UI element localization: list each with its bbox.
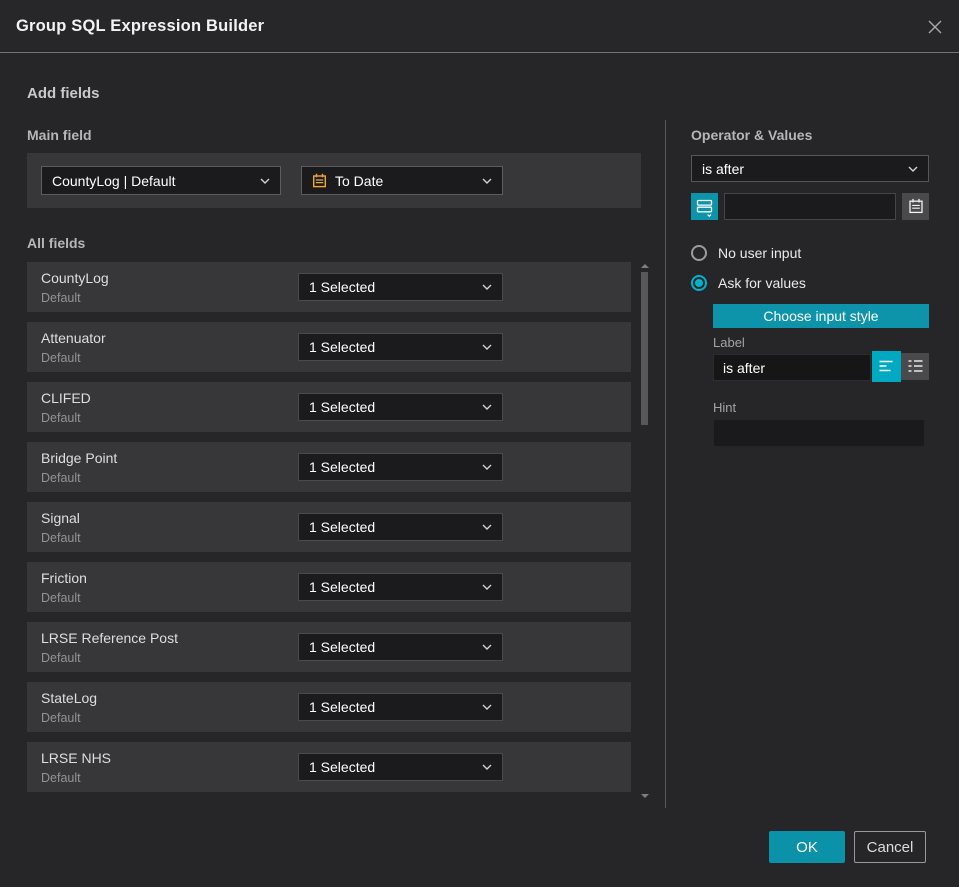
field-subtitle: Default: [41, 471, 81, 485]
main-field-panel: CountyLog | Default To Date: [27, 153, 641, 208]
field-subtitle: Default: [41, 411, 81, 425]
cancel-button[interactable]: Cancel: [854, 831, 926, 863]
list-item: LRSE Reference Post Default 1 Selected: [27, 622, 631, 672]
list-item: StateLog Default 1 Selected: [27, 682, 631, 732]
row-selection-value: 1 Selected: [309, 519, 376, 535]
date-value-input[interactable]: [724, 193, 896, 220]
row-selection-dropdown[interactable]: 1 Selected: [298, 573, 503, 601]
main-field-select[interactable]: CountyLog | Default: [41, 166, 281, 195]
field-name: LRSE NHS: [41, 750, 112, 766]
row-selection-dropdown[interactable]: 1 Selected: [298, 393, 503, 421]
choose-input-style-button[interactable]: Choose input style: [713, 304, 929, 328]
scrollbar-up-arrow-icon[interactable]: [641, 264, 649, 268]
row-selection-value: 1 Selected: [309, 459, 376, 475]
radio-circle-icon: [691, 245, 707, 261]
row-selection-dropdown[interactable]: 1 Selected: [298, 633, 503, 661]
row-selection-dropdown[interactable]: 1 Selected: [298, 513, 503, 541]
field-subtitle: Default: [41, 591, 81, 605]
row-selection-value: 1 Selected: [309, 399, 376, 415]
radio-circle-selected-icon: [691, 275, 707, 291]
radio-label: No user input: [718, 245, 802, 261]
operator-select[interactable]: is after: [691, 155, 929, 182]
chevron-down-icon: [482, 704, 492, 710]
list-style-toggle[interactable]: [901, 353, 929, 380]
hint-field-label: Hint: [713, 400, 737, 415]
row-selection-value: 1 Selected: [309, 639, 376, 655]
single-value-style-toggle[interactable]: [872, 351, 901, 382]
label-input[interactable]: [713, 354, 871, 381]
field-name: Attenuator: [41, 330, 106, 346]
field-subtitle: Default: [41, 771, 81, 785]
field-name: Friction: [41, 570, 87, 586]
chevron-down-icon: [482, 344, 492, 350]
calendar-picker-button[interactable]: [902, 193, 929, 220]
calendar-gold-icon: [312, 173, 327, 189]
row-selection-value: 1 Selected: [309, 699, 376, 715]
hint-input[interactable]: [713, 419, 925, 447]
scrollbar-thumb[interactable]: [641, 272, 648, 425]
add-fields-heading: Add fields: [27, 85, 100, 102]
row-selection-dropdown[interactable]: 1 Selected: [298, 273, 503, 301]
row-selection-value: 1 Selected: [309, 579, 376, 595]
label-field-label: Label: [713, 335, 745, 350]
dialog-title: Group SQL Expression Builder: [16, 16, 265, 35]
field-name: Signal: [41, 510, 80, 526]
field-name: LRSE Reference Post: [41, 630, 178, 646]
chevron-down-icon: [482, 644, 492, 650]
list-item: CountyLog Default 1 Selected: [27, 262, 631, 312]
date-function-select-value: To Date: [335, 172, 384, 189]
row-selection-value: 1 Selected: [309, 759, 376, 775]
field-subtitle: Default: [41, 531, 81, 545]
list-item: CLIFED Default 1 Selected: [27, 382, 631, 432]
scrollbar-down-arrow-icon[interactable]: [641, 794, 649, 798]
row-selection-dropdown[interactable]: 1 Selected: [298, 333, 503, 361]
field-subtitle: Default: [41, 651, 81, 665]
ok-button[interactable]: OK: [769, 831, 845, 863]
field-name: StateLog: [41, 690, 98, 706]
list-item: Bridge Point Default 1 Selected: [27, 442, 631, 492]
row-selection-dropdown[interactable]: 1 Selected: [298, 693, 503, 721]
chevron-down-icon: [482, 764, 492, 770]
chevron-down-icon: [482, 404, 492, 410]
radio-label: Ask for values: [718, 275, 806, 291]
radio-no-user-input[interactable]: No user input: [691, 245, 801, 261]
chevron-down-icon: [482, 178, 492, 184]
radio-ask-for-values[interactable]: Ask for values: [691, 275, 806, 291]
vertical-divider: [665, 120, 666, 808]
chevron-down-icon: [482, 284, 492, 290]
field-name: CountyLog: [41, 270, 109, 286]
field-name: CLIFED: [41, 390, 91, 406]
group-sql-expression-builder-dialog: Group SQL Expression Builder Add fields …: [0, 0, 959, 887]
date-function-select[interactable]: To Date: [301, 166, 503, 195]
field-subtitle: Default: [41, 351, 81, 365]
field-values-picker-button[interactable]: [691, 193, 718, 220]
chevron-down-icon: [482, 584, 492, 590]
all-fields-label: All fields: [27, 235, 86, 251]
list-item: Friction Default 1 Selected: [27, 562, 631, 612]
main-field-select-value: CountyLog | Default: [52, 172, 176, 189]
operator-values-label: Operator & Values: [691, 127, 813, 143]
field-name: Bridge Point: [41, 450, 118, 466]
close-icon[interactable]: [924, 16, 946, 38]
field-subtitle: Default: [41, 711, 81, 725]
chevron-down-icon: [260, 178, 270, 184]
operator-select-value: is after: [702, 160, 745, 177]
all-fields-list: CountyLog Default 1 Selected Attenuator Defa…: [27, 262, 631, 802]
list-item: LRSE NHS Default 1 Selected: [27, 742, 631, 792]
chevron-down-icon: [482, 524, 492, 530]
row-selection-value: 1 Selected: [309, 339, 376, 355]
row-selection-dropdown[interactable]: 1 Selected: [298, 753, 503, 781]
list-item: Attenuator Default 1 Selected: [27, 322, 631, 372]
field-subtitle: Default: [41, 291, 81, 305]
list-item: Signal Default 1 Selected: [27, 502, 631, 552]
main-field-label: Main field: [27, 127, 92, 143]
row-selection-dropdown[interactable]: 1 Selected: [298, 453, 503, 481]
chevron-down-icon: [482, 464, 492, 470]
chevron-down-icon: [908, 166, 918, 172]
dialog-titlebar: Group SQL Expression Builder: [0, 0, 959, 53]
row-selection-value: 1 Selected: [309, 279, 376, 295]
